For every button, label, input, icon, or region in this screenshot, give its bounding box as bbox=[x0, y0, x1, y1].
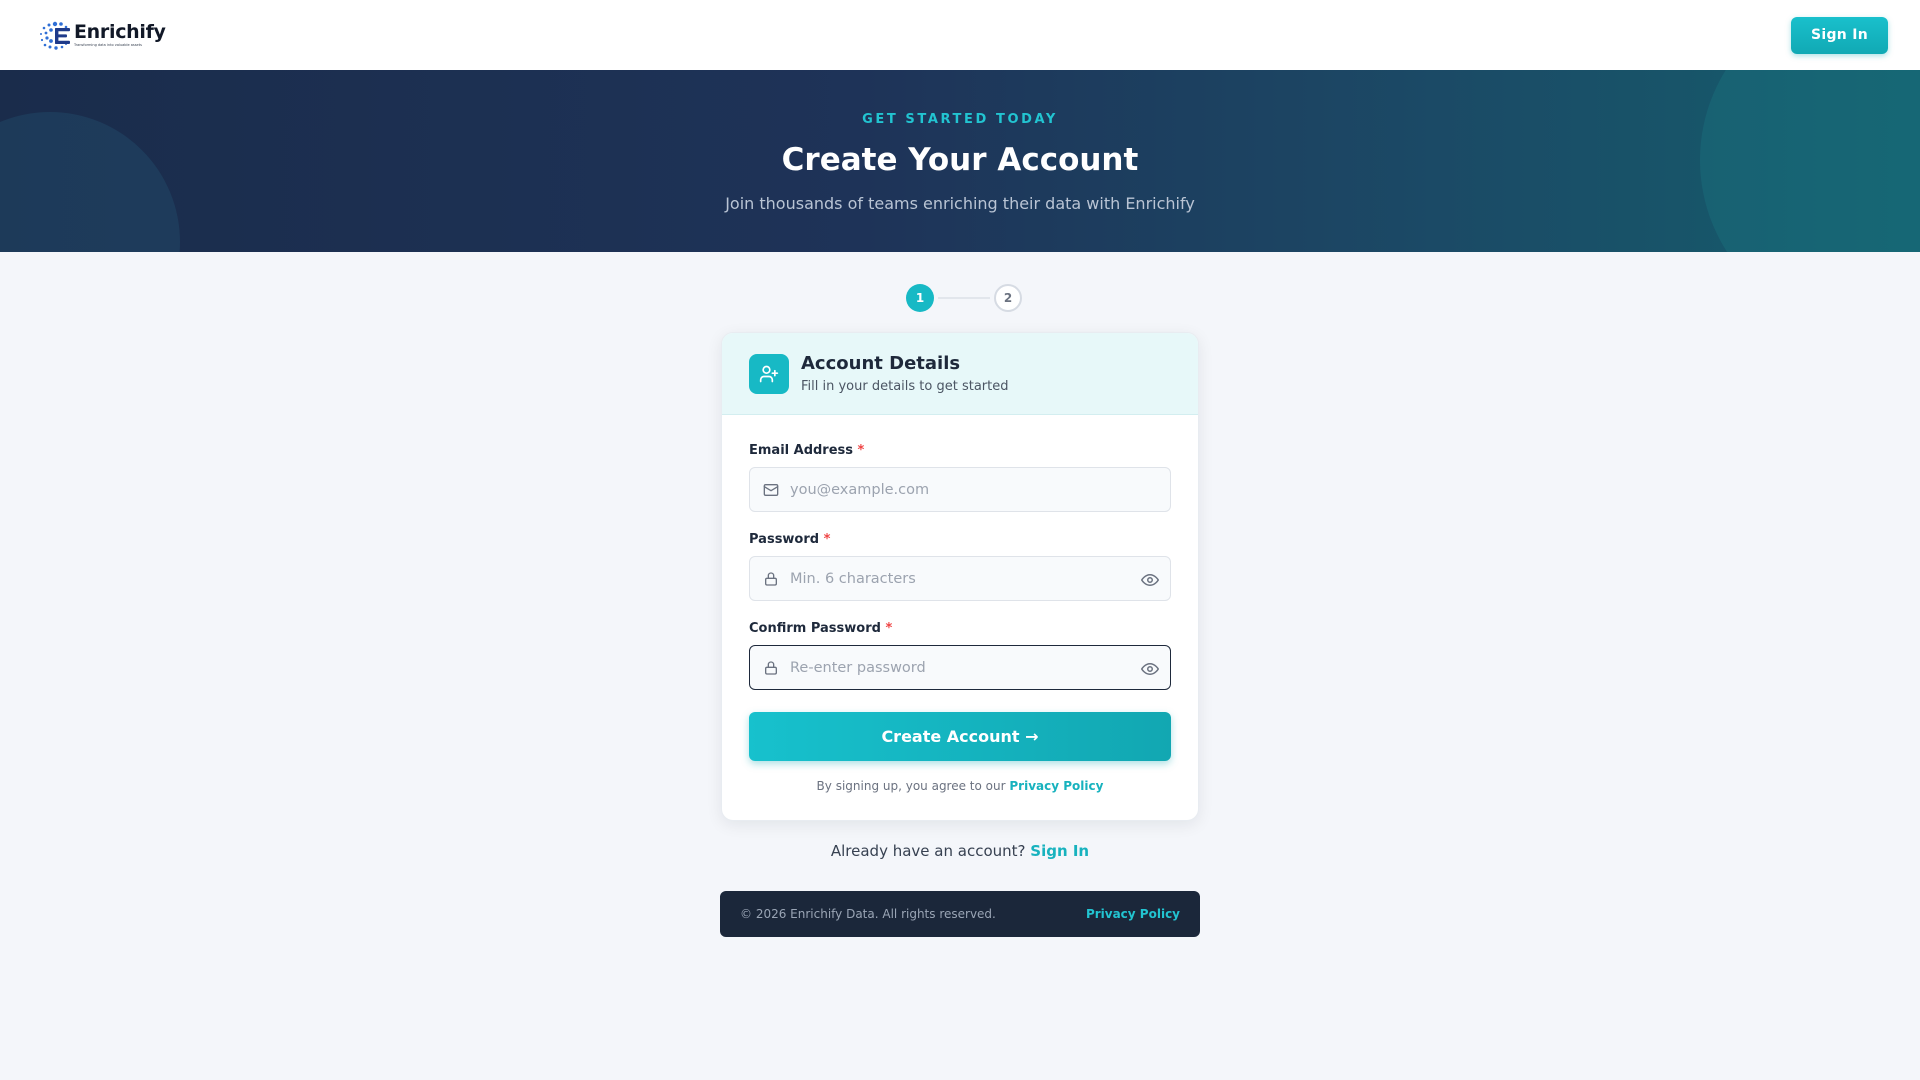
confirm-password-input[interactable] bbox=[750, 646, 1170, 689]
logo-text: Enrichify bbox=[74, 20, 166, 43]
hero-subtitle: Join thousands of teams enriching their … bbox=[725, 194, 1195, 213]
hero-banner: GET STARTED TODAY Create Your Account Jo… bbox=[0, 70, 1920, 252]
copyright-text: © 2026 Enrichify Data. All rights reserv… bbox=[740, 907, 996, 921]
logo-mark-icon bbox=[40, 21, 70, 50]
email-input-wrapper bbox=[749, 467, 1171, 512]
toggle-password-visibility[interactable] bbox=[1140, 570, 1160, 590]
signup-form: Email Address * Password * bbox=[722, 415, 1198, 793]
hero-eyebrow: GET STARTED TODAY bbox=[862, 112, 1058, 127]
required-mark: * bbox=[823, 532, 831, 547]
sign-in-prompt: Already have an account? Sign In bbox=[0, 842, 1920, 860]
card-subtitle: Fill in your details to get started bbox=[801, 379, 1009, 394]
sign-in-prompt-text: Already have an account? bbox=[830, 842, 1031, 860]
top-navigation: Enrichify Transforming data into valuabl… bbox=[0, 0, 1920, 70]
sign-in-button[interactable]: Sign In bbox=[1791, 16, 1888, 54]
step-1: 1 bbox=[906, 284, 934, 312]
email-field-group: Email Address * bbox=[749, 443, 1171, 512]
mail-icon bbox=[763, 484, 779, 496]
card-header: Account Details Fill in your details to … bbox=[722, 333, 1198, 415]
lock-icon bbox=[765, 661, 777, 675]
page-title: Create Your Account bbox=[781, 142, 1139, 178]
password-field-group: Password * bbox=[749, 532, 1171, 601]
lock-icon bbox=[765, 572, 777, 586]
confirm-password-field-group: Confirm Password * bbox=[749, 621, 1171, 690]
terms-notice: By signing up, you agree to our Privacy … bbox=[749, 779, 1171, 793]
terms-text: By signing up, you agree to our bbox=[816, 779, 1010, 793]
password-label: Password * bbox=[749, 532, 831, 547]
eye-icon bbox=[1141, 574, 1159, 586]
sign-in-link[interactable]: Sign In bbox=[1030, 842, 1089, 860]
card-title: Account Details bbox=[801, 353, 961, 374]
decorative-circle bbox=[0, 112, 180, 252]
required-mark: * bbox=[857, 443, 865, 458]
step-indicator: 1 2 bbox=[906, 284, 1022, 312]
email-input[interactable] bbox=[750, 468, 1170, 511]
logo-tagline: Transforming data into valuable assets bbox=[74, 42, 142, 47]
email-label: Email Address * bbox=[749, 443, 865, 458]
signup-card: Account Details Fill in your details to … bbox=[721, 332, 1199, 821]
user-plus-icon bbox=[749, 353, 789, 394]
privacy-policy-link[interactable]: Privacy Policy bbox=[1009, 779, 1103, 793]
required-mark: * bbox=[885, 621, 893, 636]
create-account-button[interactable]: Create Account → bbox=[749, 712, 1171, 761]
password-input[interactable] bbox=[750, 557, 1170, 600]
confirm-password-input-wrapper bbox=[749, 645, 1171, 690]
password-input-wrapper bbox=[749, 556, 1171, 601]
logo[interactable]: Enrichify Transforming data into valuabl… bbox=[38, 18, 166, 52]
step-2: 2 bbox=[994, 284, 1022, 312]
footer-privacy-policy-link[interactable]: Privacy Policy bbox=[1086, 907, 1180, 921]
confirm-password-label: Confirm Password * bbox=[749, 621, 893, 636]
eye-icon bbox=[1141, 663, 1159, 675]
toggle-confirm-password-visibility[interactable] bbox=[1140, 659, 1160, 679]
footer: © 2026 Enrichify Data. All rights reserv… bbox=[720, 891, 1200, 937]
step-connector bbox=[938, 297, 990, 299]
